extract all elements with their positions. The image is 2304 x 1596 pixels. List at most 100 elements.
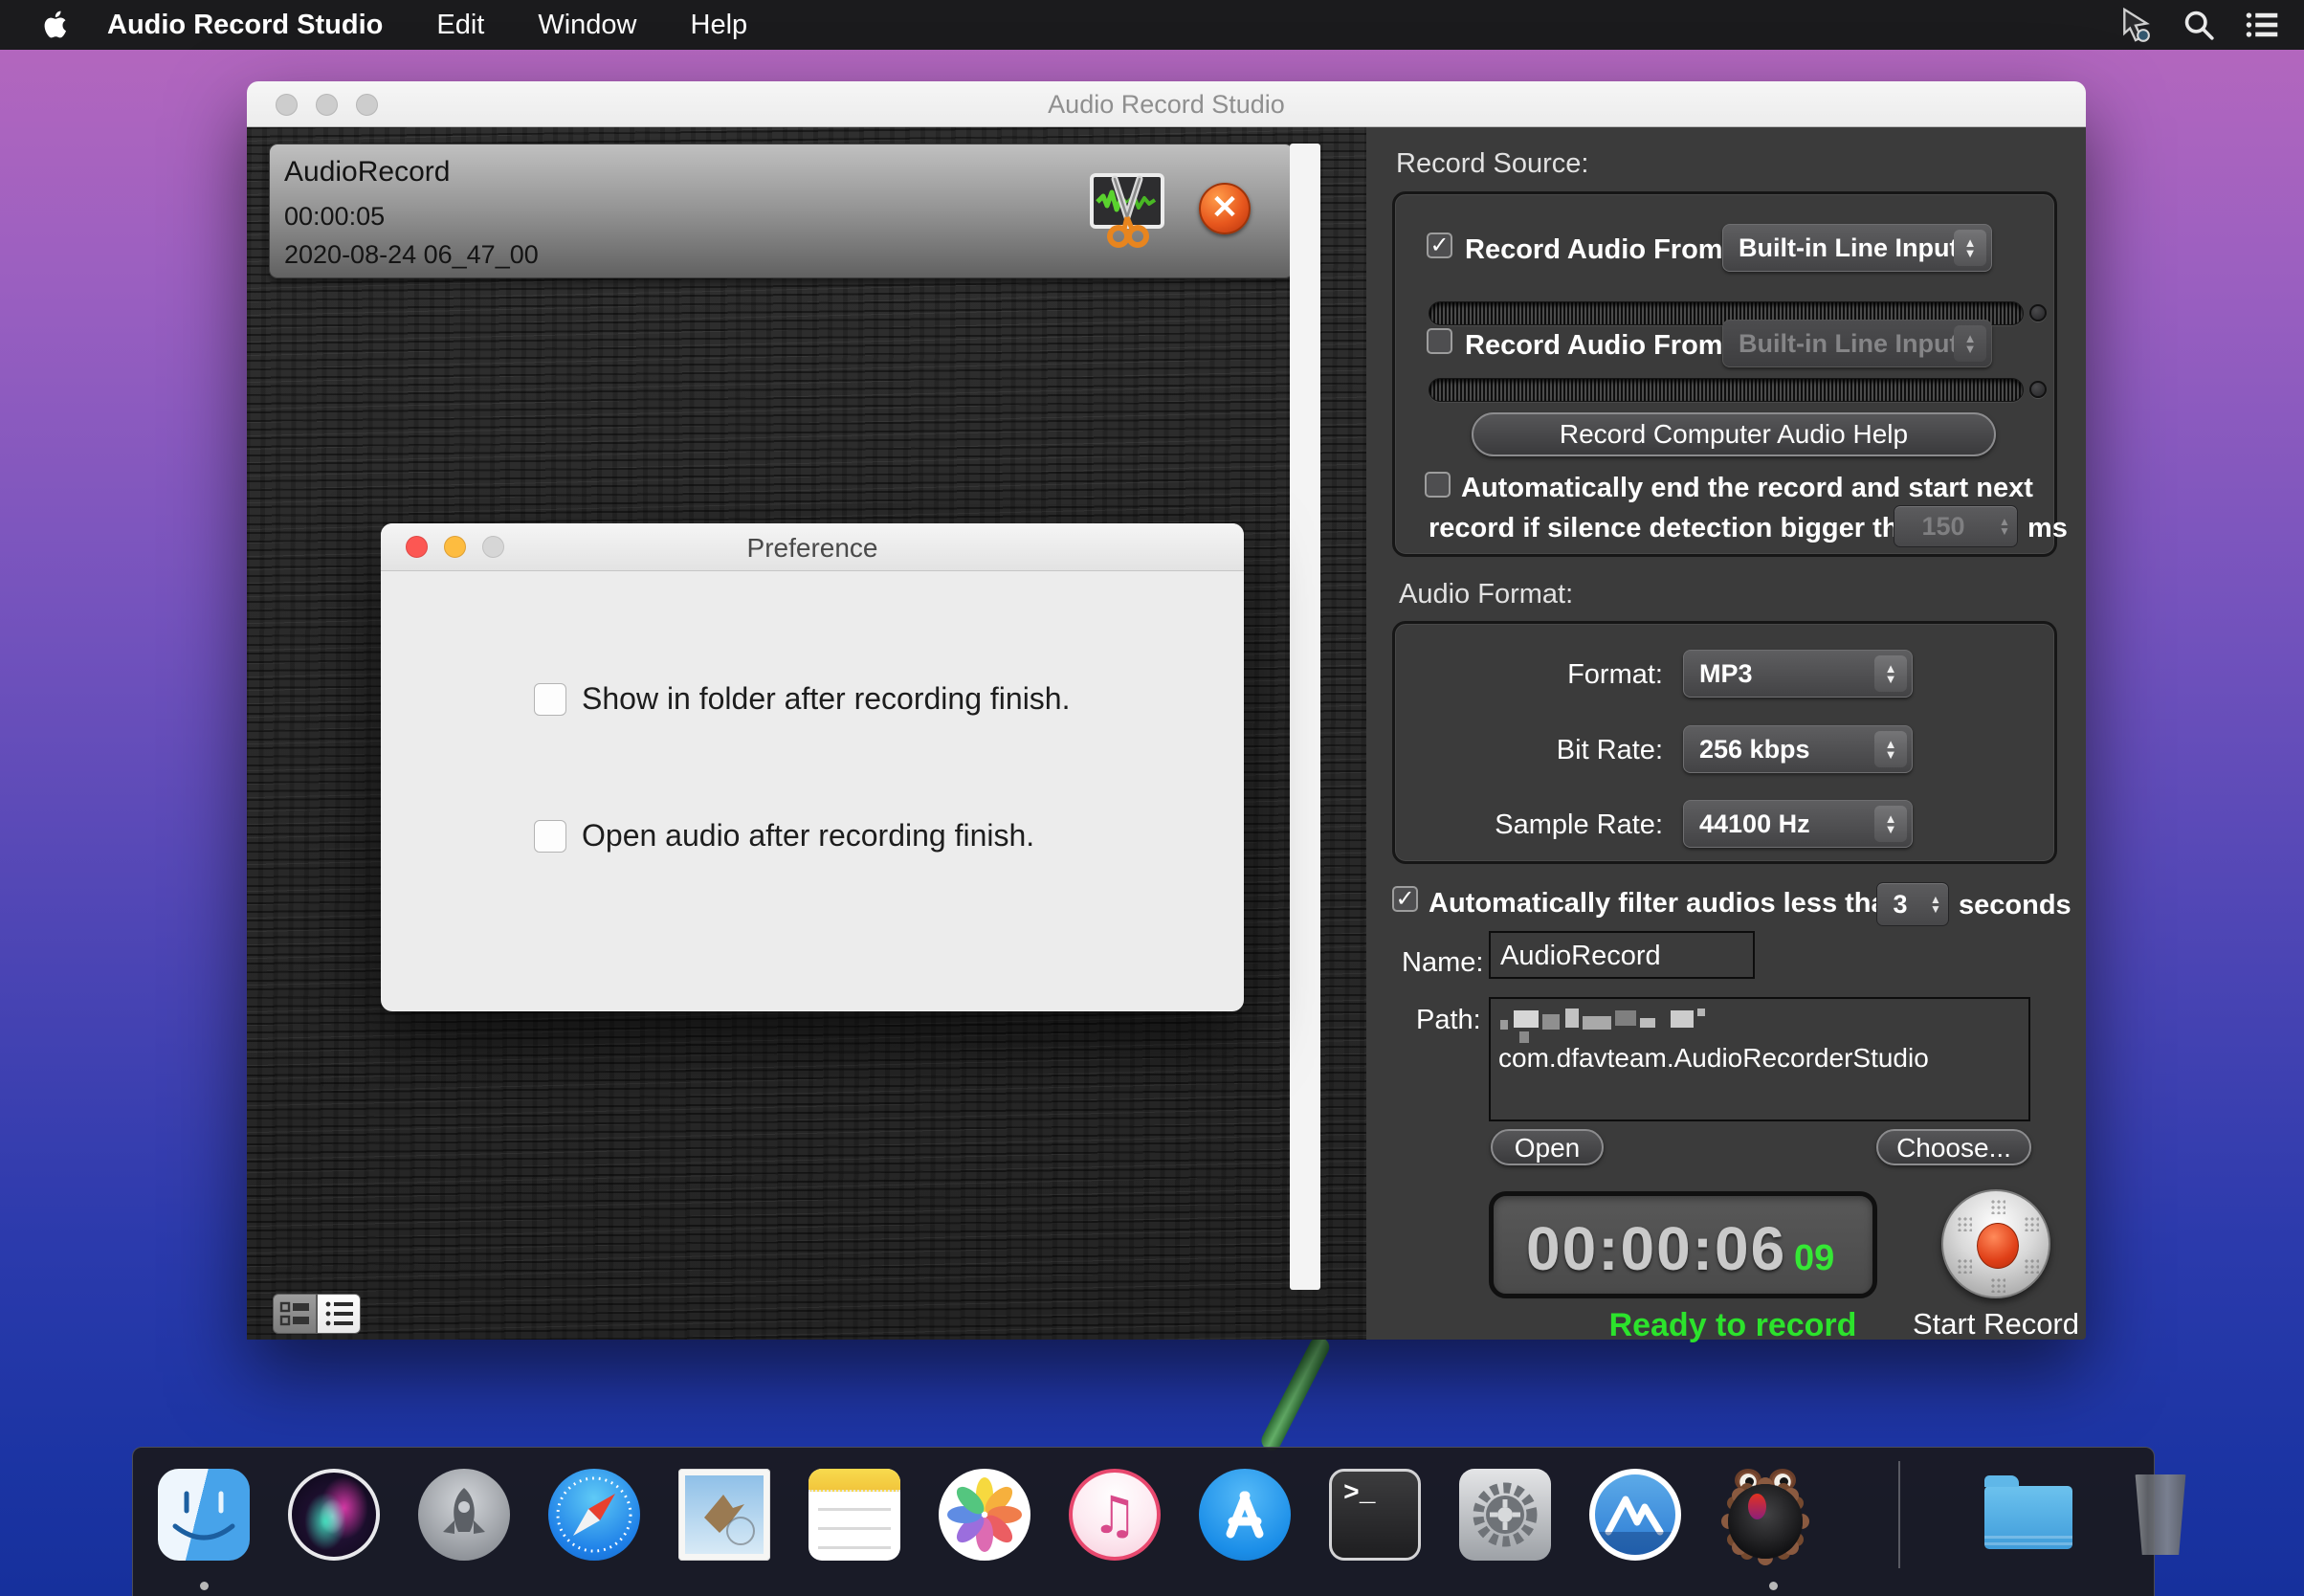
apple-menu[interactable] [40, 6, 73, 44]
status-text: Ready to record [1539, 1307, 1927, 1344]
stepper-arrows-icon: ▲▼ [1992, 517, 2017, 536]
open-button[interactable]: Open [1491, 1129, 1604, 1165]
name-label: Name: [1402, 947, 1483, 979]
record-computer-audio-help-button[interactable]: Record Computer Audio Help [1472, 412, 1996, 456]
scrollbar[interactable] [1290, 144, 1320, 1290]
dock-item-mail[interactable] [678, 1469, 770, 1561]
dock-item-safari[interactable] [548, 1469, 640, 1561]
record-source-2-dropdown[interactable]: Built-in Line Input ▲▼ [1722, 320, 1992, 367]
audio-format-label: Audio Format: [1399, 579, 1573, 610]
stepper-arrows-icon: ▲▼ [1923, 895, 1948, 914]
path-bundle-id: com.dfavteam.AudioRecorderStudio [1498, 1043, 1929, 1074]
open-audio-row: Open audio after recording finish. [534, 818, 1034, 853]
menu-edit[interactable]: Edit [436, 10, 484, 41]
preference-titlebar[interactable]: Preference [381, 523, 1244, 571]
record-audio-2-checkbox[interactable] [1427, 328, 1452, 354]
level-meter-2-knob [2029, 381, 2047, 398]
apple-icon [40, 8, 69, 42]
search-icon[interactable] [2178, 4, 2220, 46]
dock-item-mountain-app[interactable] [1589, 1469, 1681, 1561]
dock-item-trash[interactable] [2115, 1469, 2206, 1561]
system-preferences-icon [1459, 1469, 1551, 1561]
edit-waveform-icon[interactable] [1090, 173, 1164, 252]
dock-item-photos[interactable] [939, 1469, 1030, 1561]
delete-recording-button[interactable]: ✕ [1199, 183, 1251, 234]
dock-item-music[interactable]: ♫ [1069, 1469, 1161, 1561]
start-record-button[interactable] [1941, 1189, 2050, 1298]
stepper-arrows-icon: ▲▼ [1954, 230, 1986, 266]
notes-icon [809, 1469, 900, 1561]
dock-divider [1898, 1461, 1900, 1568]
folder-icon [1984, 1486, 2072, 1549]
record-source-label: Record Source: [1396, 148, 1589, 180]
mail-icon [678, 1469, 770, 1561]
silence-ms-stepper[interactable]: 150 ▲▼ [1894, 505, 2018, 547]
audio-format-group: Format: MP3 ▲▼ Bit Rate: 256 kbps ▲▼ Sam… [1392, 621, 2057, 864]
dock-item-notes[interactable] [809, 1469, 900, 1561]
samplerate-label: Sample Rate: [1395, 809, 1663, 841]
samplerate-dropdown[interactable]: 44100 Hz ▲▼ [1683, 800, 1913, 848]
timer-display: 00:00:06 09 [1489, 1191, 1877, 1298]
terminal-icon: >_ [1329, 1469, 1421, 1561]
bitrate-dropdown[interactable]: 256 kbps ▲▼ [1683, 725, 1913, 773]
trash-icon [2132, 1474, 2189, 1555]
timer-fraction: 09 [1794, 1238, 1834, 1279]
level-meter-2 [1429, 378, 2024, 402]
level-meter-1-knob [2029, 304, 2047, 321]
dock-item-siri[interactable] [288, 1469, 380, 1561]
menu-help[interactable]: Help [691, 10, 748, 41]
dock-item-audio-record-studio[interactable] [1719, 1469, 1811, 1561]
list-view-button[interactable] [317, 1294, 361, 1334]
audio-record-studio-icon [1719, 1469, 1811, 1561]
open-audio-checkbox[interactable] [534, 820, 566, 853]
recording-name: AudioRecord [284, 156, 450, 188]
view-toggle [273, 1294, 361, 1334]
stepper-arrows-icon: ▲▼ [1874, 731, 1907, 767]
bitrate-label: Bit Rate: [1395, 735, 1663, 766]
silence-detection-checkbox[interactable] [1425, 472, 1451, 498]
stepper-arrows-icon: ▲▼ [1954, 325, 1986, 362]
recording-timestamp: 2020-08-24 06_47_00 [284, 240, 539, 270]
desktop: Audio Record Studio Edit Window Help [0, 0, 2304, 1596]
wallpaper-plant-stem [1258, 1334, 1333, 1453]
choose-button[interactable]: Choose... [1876, 1129, 2031, 1165]
filter-audios-checkbox[interactable] [1392, 886, 1418, 912]
dock-item-app-store[interactable] [1199, 1469, 1291, 1561]
silence-detection-line1: Automatically end the record and start n… [1461, 473, 2033, 504]
filter-unit-label: seconds [1959, 890, 2071, 921]
dock-item-system-preferences[interactable] [1459, 1469, 1551, 1561]
record-source-group: Record Audio From: Built-in Line Input ▲… [1392, 191, 2057, 557]
name-input[interactable]: AudioRecord [1489, 931, 1755, 979]
show-in-folder-checkbox[interactable] [534, 683, 566, 716]
window-title: Audio Record Studio [247, 90, 2086, 120]
record-source-1-dropdown[interactable]: Built-in Line Input ▲▼ [1722, 224, 1992, 272]
preference-dialog: Preference Show in folder after recordin… [381, 523, 1244, 1011]
recording-list-item[interactable]: AudioRecord 00:00:05 2020-08-24 06_47_00 [269, 144, 1294, 278]
format-label: Format: [1395, 659, 1663, 691]
preference-title: Preference [381, 533, 1244, 564]
dock-item-launchpad[interactable] [418, 1469, 510, 1561]
menu-window[interactable]: Window [538, 10, 636, 41]
screen-pointer-icon[interactable] [2115, 4, 2157, 46]
dock: ♫ >_ [132, 1447, 2155, 1596]
music-icon: ♫ [1069, 1469, 1161, 1561]
record-audio-1-label: Record Audio From: [1465, 234, 1732, 266]
dock-item-folder[interactable] [1984, 1469, 2076, 1561]
stepper-arrows-icon: ▲▼ [1874, 806, 1907, 842]
main-window-titlebar[interactable]: Audio Record Studio [247, 81, 2086, 127]
grid-view-button[interactable] [273, 1294, 317, 1334]
stepper-arrows-icon: ▲▼ [1874, 655, 1907, 692]
settings-pane: Record Source: Record Audio From: Built-… [1366, 127, 2086, 1340]
start-record-label: Start Record [1888, 1307, 2104, 1341]
dock-item-finder[interactable] [158, 1469, 250, 1561]
record-audio-2-label: Record Audio From: [1465, 330, 1732, 362]
notification-list-icon[interactable] [2241, 4, 2283, 46]
show-in-folder-row: Show in folder after recording finish. [534, 681, 1070, 717]
menu-app-name[interactable]: Audio Record Studio [107, 10, 383, 41]
filter-seconds-stepper[interactable]: 3 ▲▼ [1876, 882, 1949, 926]
audio-record-studio-running-indicator [1769, 1582, 1778, 1590]
record-audio-1-checkbox[interactable] [1427, 233, 1452, 258]
dock-item-terminal[interactable]: >_ [1329, 1469, 1421, 1561]
format-dropdown[interactable]: MP3 ▲▼ [1683, 650, 1913, 698]
recording-duration: 00:00:05 [284, 202, 385, 232]
